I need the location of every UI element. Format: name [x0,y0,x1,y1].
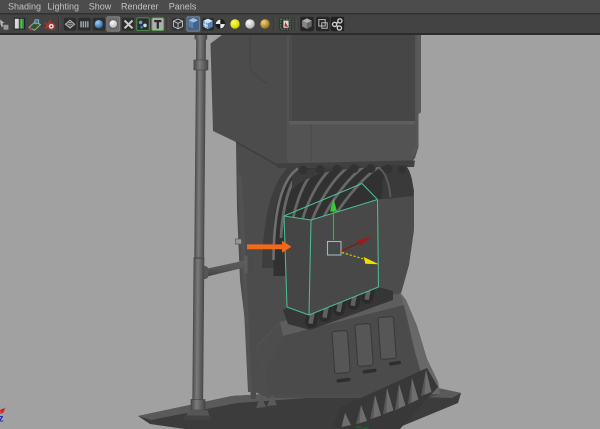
svg-text:Panels: Panels [169,2,197,12]
svg-text:Show: Show [89,2,112,12]
svg-text:Renderer: Renderer [121,2,159,12]
svg-text:z: z [0,414,4,425]
svg-text:Lighting: Lighting [48,2,80,12]
svg-text:Shading: Shading [8,2,41,12]
